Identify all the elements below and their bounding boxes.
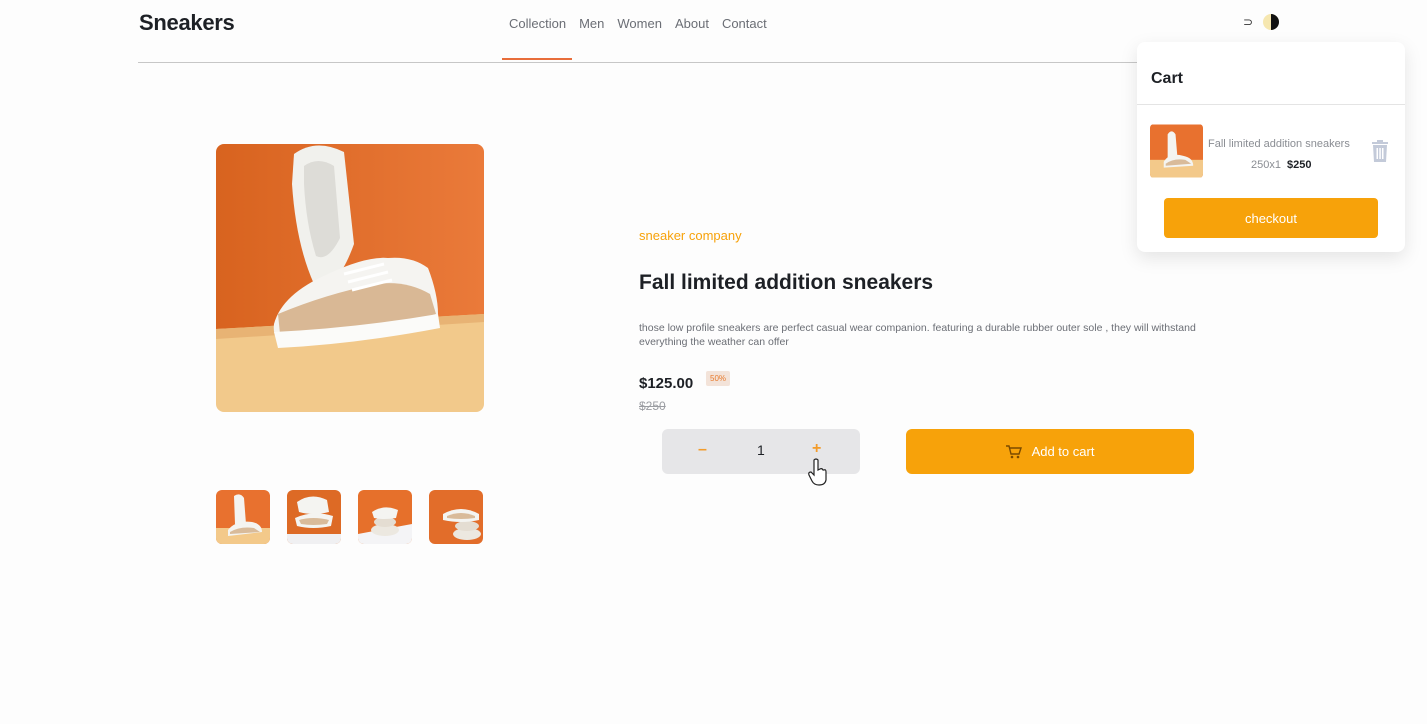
trash-icon[interactable]	[1371, 140, 1389, 162]
product-description: those low profile sneakers are perfect c…	[639, 322, 1196, 348]
nav-item-women[interactable]: Women	[617, 16, 662, 31]
cart-item-total: $250	[1286, 159, 1312, 171]
cart-divider	[1137, 104, 1405, 105]
discount-badge: 50%	[706, 371, 731, 386]
quantity-minus-button[interactable]: –	[698, 441, 707, 459]
thumbnail-2[interactable]	[287, 490, 341, 544]
current-price: $125.00	[639, 375, 694, 392]
thumbnail-1[interactable]	[216, 490, 270, 544]
nav-item-contact[interactable]: Contact	[722, 16, 767, 31]
header-icons: ⊃	[1243, 14, 1280, 30]
cart-item-name: Fall limited addition sneakers	[1208, 138, 1350, 150]
main-product-image[interactable]	[216, 144, 484, 412]
header-divider	[138, 62, 1138, 63]
nav-item-about[interactable]: About	[675, 16, 709, 31]
add-to-cart-label: Add to cart	[1031, 444, 1095, 459]
thumbnail-4[interactable]	[429, 490, 483, 544]
thumbnail-3[interactable]	[358, 490, 412, 544]
company-label: sneaker company	[639, 228, 742, 243]
product-title: Fall limited addition sneakers	[639, 271, 934, 294]
nav-item-men[interactable]: Men	[579, 16, 604, 31]
quantity-stepper: – 1 +	[662, 429, 860, 474]
main-nav: Collection Men Women About Contact	[509, 16, 767, 31]
cart-title: Cart	[1151, 70, 1184, 87]
site-logo[interactable]: Sneakers	[139, 10, 235, 36]
nav-active-indicator	[502, 58, 572, 60]
product-thumbnails	[216, 490, 483, 544]
add-to-cart-button[interactable]: Add to cart	[906, 429, 1194, 474]
cart-icon	[1005, 444, 1022, 458]
checkout-button[interactable]: checkout	[1164, 198, 1378, 238]
avatar[interactable]	[1263, 14, 1280, 30]
cart-item-qty-line: 250x1	[1251, 159, 1281, 171]
cart-item-thumbnail	[1150, 124, 1203, 178]
cart-dropdown: Cart Fall limited addition sneakers 250x…	[1137, 42, 1405, 252]
cart-item-price: 250x1 $250	[1251, 159, 1311, 171]
cart-icon[interactable]: ⊃	[1243, 15, 1253, 29]
nav-item-collection[interactable]: Collection	[509, 16, 566, 31]
original-price: $250	[639, 399, 666, 413]
quantity-value: 1	[757, 442, 765, 458]
quantity-plus-button[interactable]: +	[812, 440, 821, 458]
